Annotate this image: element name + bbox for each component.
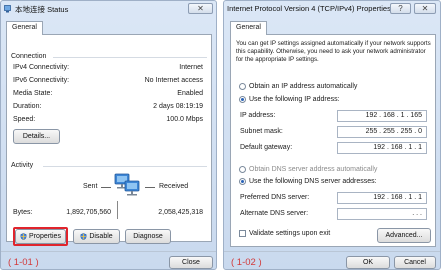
activity-heading: Activity <box>11 162 34 169</box>
figure-caption-1-02: ( 1-02 ) <box>231 257 262 268</box>
default-gateway-input[interactable]: 192 . 168 . 1 . 1 <box>337 142 427 154</box>
figure-caption-1-01: ( 1-01 ) <box>8 257 39 268</box>
network-connection-icon <box>4 5 11 13</box>
close-window-button[interactable]: ✕ <box>414 3 436 14</box>
properties-button[interactable]: Properties <box>15 229 66 244</box>
bytes-sent-value: 1,892,705,560 <box>66 209 111 216</box>
general-panel: Connection IPv4 Connectivity: Internet I… <box>6 34 212 242</box>
bytes-label: Bytes: <box>13 209 33 216</box>
shield-icon <box>80 232 87 240</box>
media-state-label: Media State: <box>13 90 53 97</box>
diagnose-button[interactable]: Diagnose <box>125 229 171 244</box>
ipv4-connectivity-label: IPv4 Connectivity: <box>13 64 70 71</box>
media-state-value: Enabled <box>177 90 203 97</box>
help-icon: ? <box>398 4 403 13</box>
speed-label: Speed: <box>13 116 36 123</box>
general-panel: You can get IP settings assigned automat… <box>230 34 436 247</box>
use-following-dns-label: Use the following DNS server addresses: <box>249 178 377 185</box>
title-bar: 本地连接 Status ✕ <box>1 1 216 18</box>
description-line-1: You can get IP settings assigned automat… <box>236 40 431 47</box>
footer-divider <box>224 251 440 252</box>
close-button[interactable]: Close <box>169 256 213 269</box>
obtain-ip-auto-label: Obtain an IP address automatically <box>249 83 358 90</box>
activity-divider <box>43 166 207 167</box>
ipv6-connectivity-label: IPv6 Connectivity: <box>13 77 70 84</box>
shield-icon <box>20 232 27 240</box>
preferred-dns-input[interactable]: 192 . 168 . 1 . 1 <box>337 192 427 204</box>
footer-divider <box>1 251 216 252</box>
alternate-dns-label: Alternate DNS server: <box>240 210 309 217</box>
ip-address-input[interactable]: 192 . 168 . 1 . 165 <box>337 110 427 122</box>
use-following-ip-label: Use the following IP address: <box>249 96 340 103</box>
bytes-received-value: 2,058,425,318 <box>158 209 203 216</box>
description-line-3: for the appropriate IP settings. <box>236 56 319 63</box>
window-title: 本地连接 Status <box>15 5 69 14</box>
use-following-ip-radio[interactable] <box>239 96 246 103</box>
title-bar: Internet Protocol Version 4 (TCP/IPv4) P… <box>224 1 440 18</box>
speed-value: 100.0 Mbps <box>166 116 203 123</box>
obtain-dns-auto-radio[interactable] <box>239 166 246 173</box>
help-button[interactable]: ? <box>390 3 411 14</box>
sent-line <box>101 187 111 188</box>
cancel-button[interactable]: Cancel <box>394 256 436 269</box>
use-following-dns-radio[interactable] <box>239 178 246 185</box>
ipv4-connectivity-value: Internet <box>179 64 203 71</box>
default-gateway-label: Default gateway: <box>240 144 293 151</box>
window-title: Internet Protocol Version 4 (TCP/IPv4) P… <box>227 4 391 13</box>
tab-general[interactable]: General <box>6 21 43 35</box>
local-connection-status-window: 本地连接 Status ✕ General Connection IPv4 Co… <box>0 0 217 270</box>
alternate-dns-input[interactable]: . . . <box>337 208 427 220</box>
connection-divider <box>53 57 207 58</box>
close-icon: ✕ <box>197 4 204 13</box>
description-line-2: this capability. Otherwise, you need to … <box>236 48 426 55</box>
properties-button-label: Properties <box>29 233 61 240</box>
description-text: You can get IP settings assigned automat… <box>236 40 431 64</box>
details-button[interactable]: Details... <box>13 129 60 144</box>
obtain-ip-auto-radio[interactable] <box>239 83 246 90</box>
disable-button-label: Disable <box>89 233 113 240</box>
tab-general[interactable]: General <box>230 21 267 35</box>
bytes-separator <box>117 201 118 219</box>
duration-value: 2 days 08:19:19 <box>153 103 203 110</box>
disable-button[interactable]: Disable <box>73 229 120 244</box>
received-label: Received <box>159 183 189 190</box>
validate-settings-label: Validate settings upon exit <box>249 230 331 237</box>
preferred-dns-label: Preferred DNS server: <box>240 194 310 201</box>
ipv6-connectivity-value: No Internet access <box>144 77 203 84</box>
advanced-button[interactable]: Advanced... <box>377 228 431 243</box>
received-line <box>145 187 155 188</box>
obtain-dns-auto-label: Obtain DNS server address automatically <box>249 166 378 173</box>
subnet-mask-label: Subnet mask: <box>240 128 283 135</box>
ip-address-label: IP address: <box>240 112 276 119</box>
close-window-button[interactable]: ✕ <box>188 3 213 14</box>
ok-button[interactable]: OK <box>346 256 390 269</box>
sent-label: Sent <box>83 183 98 190</box>
ipv4-properties-window: Internet Protocol Version 4 (TCP/IPv4) P… <box>223 0 441 270</box>
connection-heading: Connection <box>11 53 47 60</box>
network-activity-icon <box>114 173 140 196</box>
close-icon: ✕ <box>421 4 429 13</box>
duration-label: Duration: <box>13 103 42 110</box>
subnet-mask-input[interactable]: 255 . 255 . 255 . 0 <box>337 126 427 138</box>
validate-settings-checkbox[interactable] <box>239 230 246 237</box>
